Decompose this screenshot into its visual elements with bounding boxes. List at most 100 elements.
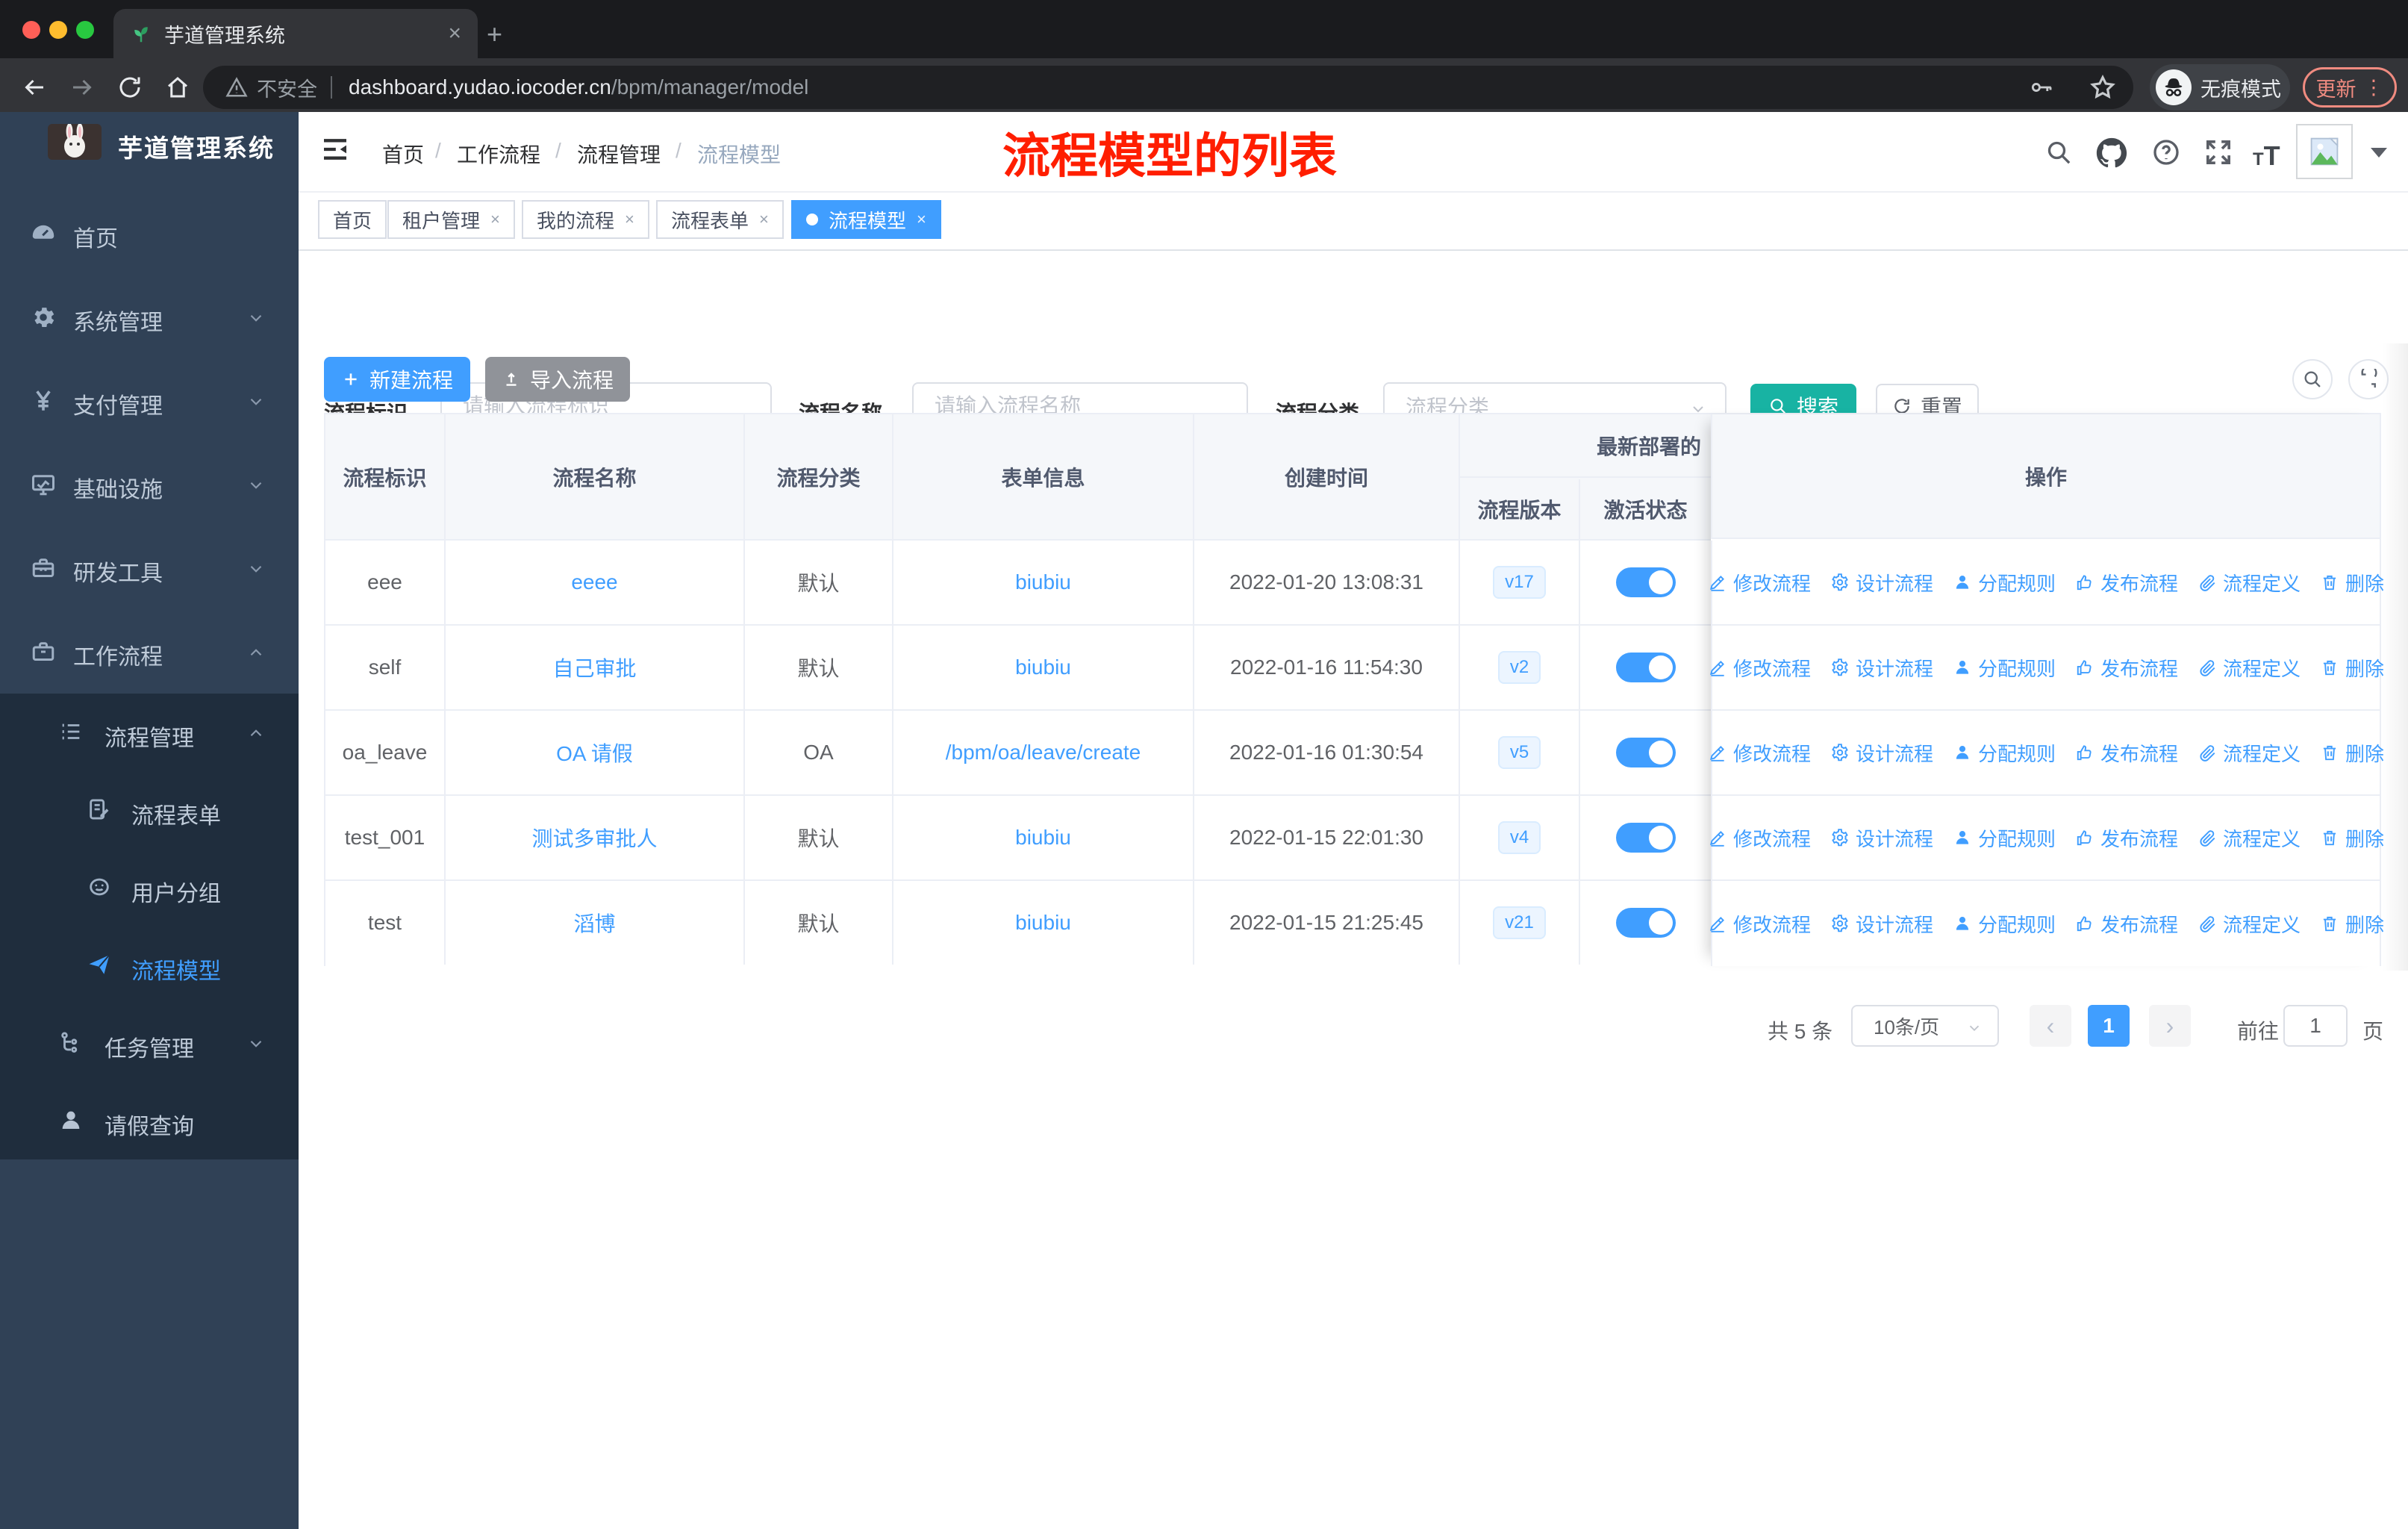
address-bar[interactable]: 不安全 dashboard.yudao.iocoder.cn/bpm/manag… (203, 66, 2133, 109)
sidebar-item-system[interactable]: 系统管理 (0, 275, 299, 359)
action-delete-link[interactable]: 删除 (2320, 910, 2384, 938)
cell-name-link[interactable]: 滔博 (446, 881, 745, 965)
traffic-zoom-button[interactable] (76, 21, 94, 39)
action-delete-link[interactable]: 删除 (2320, 739, 2384, 767)
cell-name-link[interactable]: 测试多审批人 (446, 796, 745, 879)
action-deploy-link[interactable]: 发布流程 (2075, 569, 2178, 597)
cell-key: eee (325, 541, 446, 624)
cell-category: 默认 (745, 626, 893, 709)
create-process-button[interactable]: 新建流程 (324, 357, 470, 402)
action-deploy-link[interactable]: 发布流程 (2075, 910, 2178, 938)
cell-form-link[interactable]: biubiu (893, 881, 1194, 965)
action-design-link[interactable]: 设计流程 (1830, 654, 1933, 682)
page-size-select[interactable]: 10条/页 (1851, 1005, 1999, 1047)
action-design-link[interactable]: 设计流程 (1830, 824, 1933, 852)
cell-name-link[interactable]: OA 请假 (446, 711, 745, 794)
action-deploy-link[interactable]: 发布流程 (2075, 739, 2178, 767)
header-category: 流程分类 (745, 414, 893, 539)
action-assign-link[interactable]: 分配规则 (1953, 569, 2056, 597)
cell-form-link[interactable]: biubiu (893, 541, 1194, 624)
action-design-link[interactable]: 设计流程 (1830, 910, 1933, 938)
sidebar-item-label: 支付管理 (73, 394, 163, 419)
process-model-table: 流程标识 流程名称 流程分类 表单信息 创建时间 最新部署的 流程版本 激活状态… (324, 413, 2384, 966)
traffic-close-button[interactable] (22, 21, 40, 39)
favicon-sprout-icon (130, 22, 152, 45)
traffic-minimize-button[interactable] (49, 21, 67, 39)
browser-menu-icon[interactable]: ⋮ (2364, 76, 2384, 99)
sidebar-item-process-management[interactable]: 流程管理 (0, 694, 299, 771)
goto-page-input[interactable] (2283, 1005, 2348, 1047)
cell-form-link[interactable]: /bpm/oa/leave/create (893, 711, 1194, 794)
action-design-link[interactable]: 设计流程 (1830, 739, 1933, 767)
sidebar-item-payment[interactable]: 支付管理 (0, 359, 299, 443)
import-process-button[interactable]: 导入流程 (485, 357, 630, 402)
action-delete-link[interactable]: 删除 (2320, 654, 2384, 682)
action-design-link[interactable]: 设计流程 (1830, 569, 1933, 597)
sidebar-item-workflow[interactable]: 工作流程 (0, 610, 299, 694)
next-page-button[interactable]: › (2149, 1005, 2191, 1047)
cell-name-link[interactable]: eeee (446, 541, 745, 624)
active-toggle[interactable] (1615, 908, 1676, 938)
action-definition-link[interactable]: 流程定义 (2198, 569, 2301, 597)
incognito-label: 无痕模式 (2200, 78, 2281, 101)
action-edit-link[interactable]: 修改流程 (1708, 824, 1811, 852)
security-warning-icon[interactable] (225, 76, 248, 99)
action-deploy-link[interactable]: 发布流程 (2075, 654, 2178, 682)
action-edit-link[interactable]: 修改流程 (1708, 910, 1811, 938)
current-page-button[interactable]: 1 (2088, 1005, 2130, 1047)
prev-page-button[interactable]: ‹ (2030, 1005, 2071, 1047)
action-deploy-link[interactable]: 发布流程 (2075, 824, 2178, 852)
header-actions: 操作 (1711, 414, 2380, 539)
update-button[interactable]: 更新 ⋮ (2303, 67, 2397, 108)
version-badge[interactable]: v17 (1493, 566, 1546, 599)
table-search-toggle-icon[interactable] (2292, 359, 2333, 399)
active-toggle[interactable] (1615, 653, 1676, 682)
reload-icon[interactable] (116, 74, 143, 101)
action-edit-link[interactable]: 修改流程 (1708, 739, 1811, 767)
new-tab-button[interactable]: + (487, 21, 502, 48)
browser-tab[interactable]: 芋道管理系统 × (113, 9, 478, 58)
bookmark-star-icon[interactable] (2089, 73, 2117, 102)
sidebar-item-home[interactable]: 首页 (0, 192, 299, 275)
sidebar-item-task-management[interactable]: 任务管理 (0, 1004, 299, 1082)
version-badge[interactable]: v21 (1493, 906, 1546, 939)
action-definition-link[interactable]: 流程定义 (2198, 654, 2301, 682)
active-toggle[interactable] (1615, 738, 1676, 767)
sidebar-item-user-group[interactable]: 用户分组 (0, 849, 299, 927)
action-definition-link[interactable]: 流程定义 (2198, 739, 2301, 767)
action-assign-link[interactable]: 分配规则 (1953, 739, 2056, 767)
sidebar-logo[interactable]: 芋道管理系统 (0, 122, 299, 176)
action-delete-link[interactable]: 删除 (2320, 569, 2384, 597)
key-icon[interactable] (2029, 75, 2054, 100)
security-label[interactable]: 不安全 (257, 73, 317, 102)
sidebar-item-devtools[interactable]: 研发工具 (0, 526, 299, 610)
action-delete-link[interactable]: 删除 (2320, 824, 2384, 852)
sidebar-item-infrastructure[interactable]: 基础设施 (0, 443, 299, 526)
forward-icon[interactable] (69, 74, 96, 101)
action-edit-link[interactable]: 修改流程 (1708, 569, 1811, 597)
sidebar-item-leave-query[interactable]: 请假查询 (0, 1082, 299, 1159)
back-icon[interactable] (21, 74, 48, 101)
sidebar-item-process-form[interactable]: 流程表单 (0, 771, 299, 849)
active-toggle[interactable] (1615, 567, 1676, 597)
action-assign-link[interactable]: 分配规则 (1953, 654, 2056, 682)
action-assign-link[interactable]: 分配规则 (1953, 910, 2056, 938)
version-badge[interactable]: v5 (1497, 736, 1541, 769)
cell-name-link[interactable]: 自己审批 (446, 626, 745, 709)
action-assign-link[interactable]: 分配规则 (1953, 824, 2056, 852)
home-icon[interactable] (164, 74, 191, 101)
sidebar-item-process-model[interactable]: 流程模型 (0, 927, 299, 1004)
cell-created: 2022-01-15 22:01:30 (1194, 796, 1460, 879)
cell-key: oa_leave (325, 711, 446, 794)
action-definition-link[interactable]: 流程定义 (2198, 910, 2301, 938)
version-badge[interactable]: v4 (1497, 821, 1541, 854)
cell-form-link[interactable]: biubiu (893, 626, 1194, 709)
tab-close-icon[interactable]: × (448, 21, 461, 46)
action-edit-link[interactable]: 修改流程 (1708, 654, 1811, 682)
version-badge[interactable]: v2 (1497, 651, 1541, 684)
cell-form-link[interactable]: biubiu (893, 796, 1194, 879)
action-definition-link[interactable]: 流程定义 (2198, 824, 2301, 852)
active-toggle[interactable] (1615, 823, 1676, 853)
import-button-label: 导入流程 (529, 369, 614, 392)
chevron-down-icon (246, 392, 266, 411)
